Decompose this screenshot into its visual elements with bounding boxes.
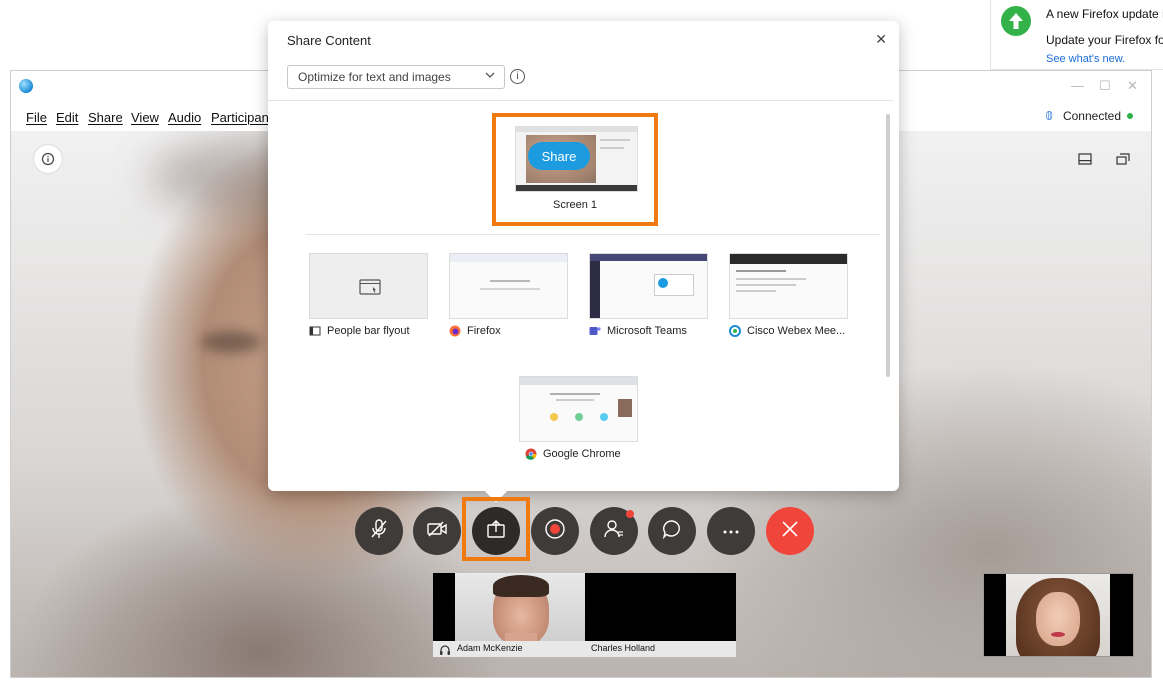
record-button[interactable] xyxy=(531,507,579,555)
self-view-video[interactable] xyxy=(983,573,1134,657)
app-label-firefox: Firefox xyxy=(467,325,501,337)
webex-logo-icon xyxy=(19,79,33,93)
more-icon xyxy=(721,522,741,540)
menu-edit[interactable]: Edit xyxy=(56,110,78,125)
headset-status-icon: 𝟘 xyxy=(1045,109,1053,123)
share-content-dialog: Share Content ✕ Optimize for text and im… xyxy=(268,21,899,503)
app-label-cisco-webex: Cisco Webex Mee... xyxy=(747,325,846,337)
participant-name-charles: Charles Holland xyxy=(591,643,656,653)
headset-icon xyxy=(439,643,451,655)
optimize-dropdown[interactable]: Optimize for text and images xyxy=(287,65,505,89)
record-icon xyxy=(544,518,566,545)
mute-icon xyxy=(369,518,389,545)
app-label-people-bar-flyout: People bar flyout xyxy=(327,325,410,337)
app-label-google-chrome: Google Chrome xyxy=(543,448,621,460)
app-card-firefox[interactable]: Firefox xyxy=(445,253,570,343)
share-button-highlight xyxy=(462,497,530,561)
teams-icon xyxy=(589,325,601,337)
mute-button[interactable] xyxy=(355,507,403,555)
participant-video-charles[interactable] xyxy=(585,573,736,641)
see-whats-new-link[interactable]: See what's new. xyxy=(1046,53,1125,65)
app-card-google-chrome[interactable]: Google Chrome xyxy=(515,376,640,466)
meeting-info-icon[interactable] xyxy=(33,144,63,174)
screen-1-label: Screen 1 xyxy=(552,199,598,211)
maximize-icon[interactable]: ☐ xyxy=(1099,78,1111,94)
connected-label: Connected xyxy=(1062,109,1121,123)
info-icon[interactable]: i xyxy=(510,69,525,84)
window-icon xyxy=(309,325,321,337)
app-label-microsoft-teams: Microsoft Teams xyxy=(607,325,687,337)
app-card-cisco-webex[interactable]: Cisco Webex Mee... xyxy=(725,253,850,343)
menu-file[interactable]: File xyxy=(26,110,47,125)
minimize-icon[interactable]: — xyxy=(1071,78,1084,93)
close-icon[interactable]: ✕ xyxy=(875,31,887,48)
menu-share[interactable]: Share xyxy=(88,110,123,125)
optimize-value: Optimize for text and images xyxy=(298,70,451,84)
screen-1-card[interactable]: Share Screen 1 xyxy=(492,113,658,226)
chat-button[interactable] xyxy=(648,507,696,555)
more-options-button[interactable] xyxy=(707,507,755,555)
menu-view[interactable]: View xyxy=(131,110,159,125)
webex-icon xyxy=(729,325,741,337)
connection-status: 𝟘 Connected xyxy=(1045,109,1133,123)
chevron-down-icon xyxy=(484,69,496,84)
notification-subtext: Update your Firefox for xyxy=(1046,33,1163,47)
update-arrow-icon xyxy=(1001,6,1031,36)
app-card-people-bar-flyout[interactable]: People bar flyout xyxy=(305,253,430,343)
app-card-microsoft-teams[interactable]: Microsoft Teams xyxy=(585,253,710,343)
close-window-icon[interactable]: ✕ xyxy=(1127,78,1138,94)
menu-audio[interactable]: Audio xyxy=(168,110,201,125)
end-call-icon xyxy=(781,520,799,543)
participants-icon xyxy=(603,518,625,545)
stop-video-button[interactable] xyxy=(413,507,461,555)
firefox-update-notification[interactable]: A new Firefox update is Update your Fire… xyxy=(990,0,1163,70)
participants-button[interactable] xyxy=(590,507,638,555)
share-button[interactable]: Share xyxy=(528,142,590,170)
participant-name-adam: Adam McKenzie xyxy=(457,643,523,653)
end-meeting-button[interactable] xyxy=(766,507,814,555)
dialog-title: Share Content xyxy=(287,33,371,48)
chat-icon xyxy=(661,518,683,545)
menu-participant[interactable]: Participant xyxy=(211,110,272,125)
scrollbar[interactable] xyxy=(886,114,890,377)
participant-strip: Adam McKenzie Charles Holland xyxy=(433,573,736,657)
layout-icon[interactable] xyxy=(1074,148,1096,170)
participant-video-adam[interactable] xyxy=(455,573,585,641)
connected-dot-icon xyxy=(1127,113,1133,119)
firefox-icon xyxy=(449,325,461,337)
notification-text: A new Firefox update is xyxy=(1046,7,1163,21)
full-screen-icon[interactable] xyxy=(1112,148,1134,170)
notification-badge xyxy=(626,510,634,518)
video-off-icon xyxy=(426,520,448,543)
chrome-icon xyxy=(525,448,537,460)
